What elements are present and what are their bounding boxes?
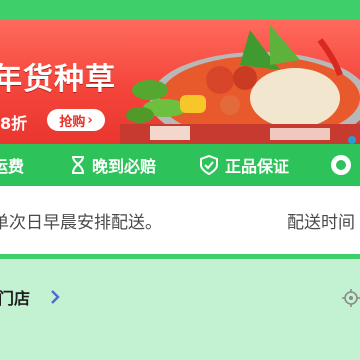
feature-more	[330, 144, 358, 186]
feature-late-compensation: 晚到必赔	[70, 144, 156, 186]
banner-title: 年货种草	[0, 62, 116, 97]
feature-authentic-label: 正品保证	[225, 157, 290, 176]
chevron-right-icon: ›	[87, 112, 93, 128]
store-title[interactable]: 门店	[0, 285, 30, 309]
promo-banner[interactable]: 年货种草 8折 抢购 ›	[0, 20, 360, 144]
feature-shipping: 运费	[0, 144, 24, 186]
delivery-info: 单次日早晨安排配送。 配送时间	[0, 186, 360, 254]
store-section: 门店	[0, 259, 360, 360]
locate-icon[interactable]	[342, 289, 360, 307]
badge-icon	[331, 155, 351, 175]
chevron-right-icon[interactable]	[50, 290, 60, 304]
feature-shipping-label: 运费	[0, 157, 25, 176]
hourglass-icon	[72, 156, 84, 174]
hotpot-food-image	[120, 25, 360, 144]
delivery-time-label[interactable]: 配送时间	[287, 208, 355, 233]
banner-discount: 8折	[0, 114, 28, 133]
feature-authentic: 正品保证	[199, 144, 289, 186]
banner-cta-button[interactable]: 抢购 ›	[47, 109, 105, 131]
feature-late-label: 晚到必赔	[92, 157, 157, 176]
delivery-note: 单次日早晨安排配送。	[0, 213, 162, 233]
service-features-band: 运费 晚到必赔 正品保证	[0, 144, 360, 186]
shield-check-icon	[200, 155, 218, 175]
banner-cta-label: 抢购	[59, 114, 86, 130]
